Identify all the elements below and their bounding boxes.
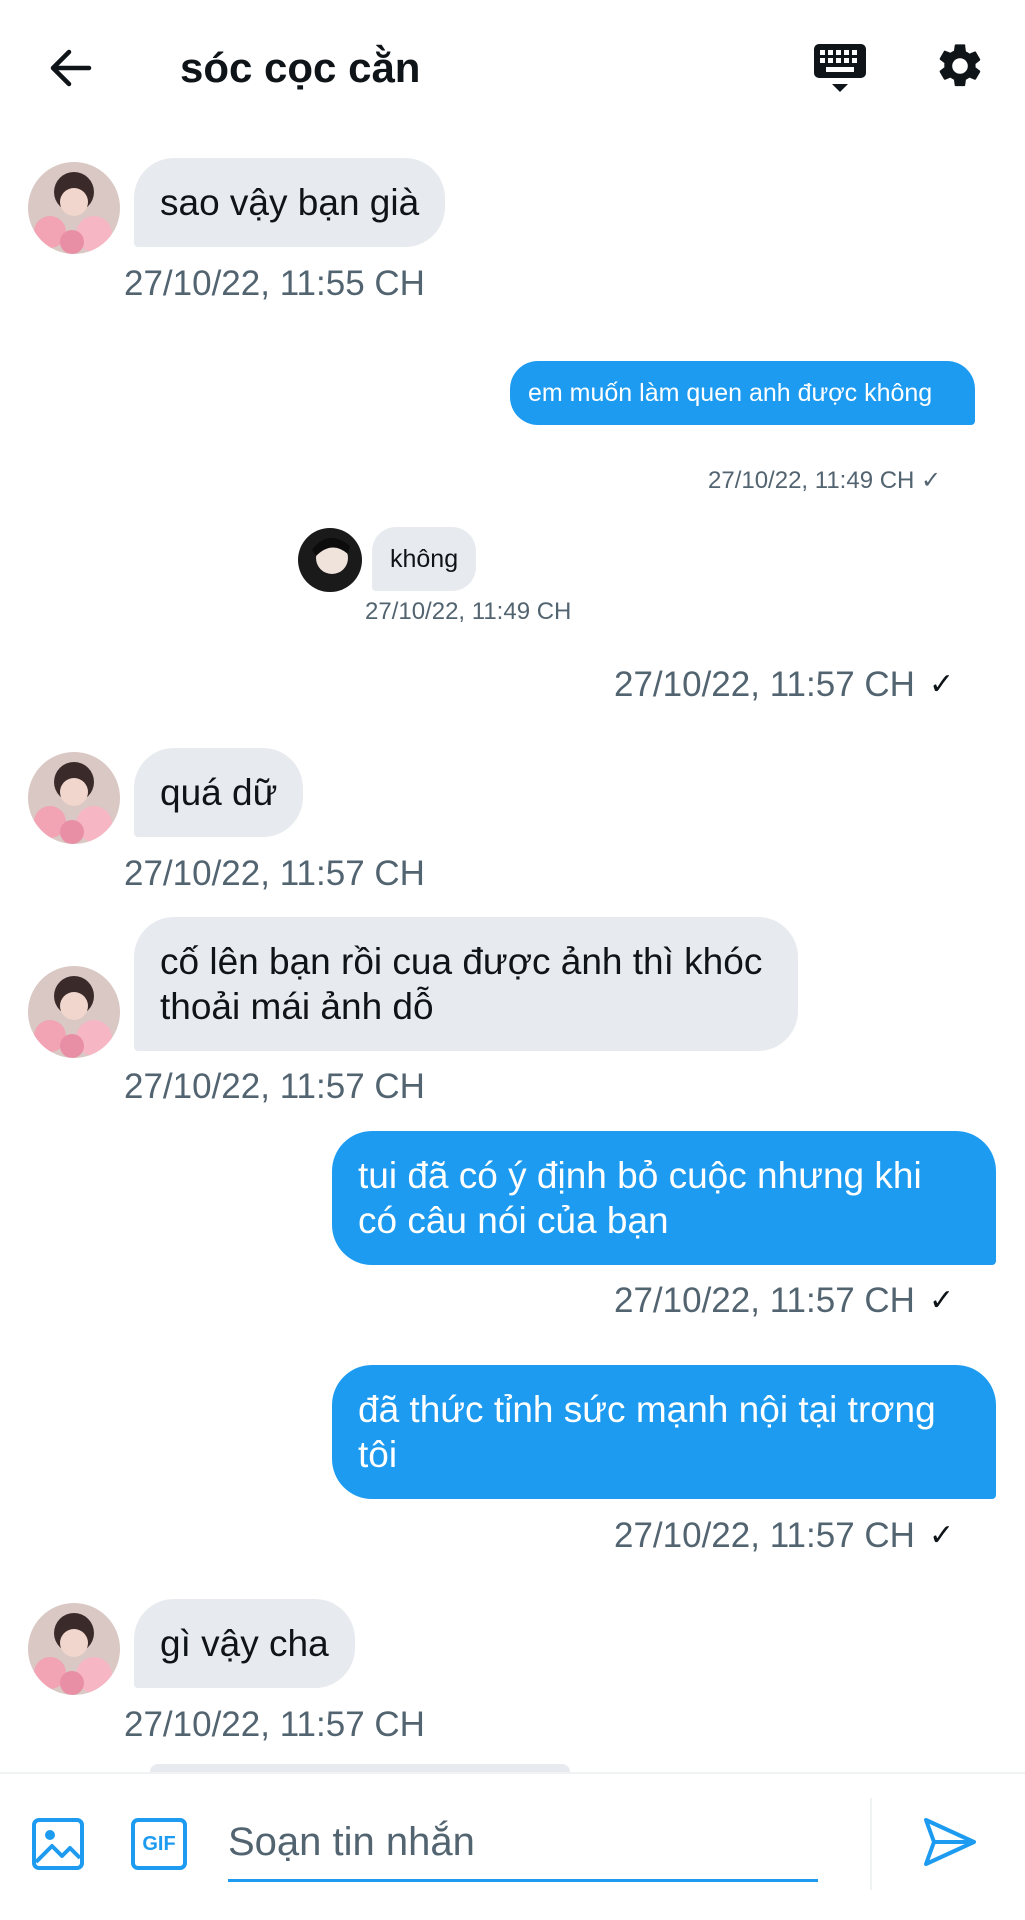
check-icon: ✓ (928, 1519, 955, 1552)
check-icon: ✓ (928, 668, 955, 701)
embedded-sent-bubble: em muốn làm quen anh được không (510, 361, 975, 425)
chat-header: sóc cọc cằn (0, 0, 1025, 136)
settings-button[interactable] (934, 40, 994, 100)
check-icon: ✓ (928, 1284, 955, 1317)
message-bubble[interactable]: tui đã có ý định bỏ cuộc nhưng khi có câ… (332, 1131, 996, 1265)
avatar[interactable] (28, 162, 120, 254)
message-time: 27/10/22, 11:57 CH (614, 665, 915, 704)
send-button[interactable] (920, 1814, 984, 1874)
contact-avatar-image (28, 966, 120, 1058)
contact-avatar-image (28, 1603, 120, 1695)
message-bubble[interactable]: đã thức tỉnh sức mạnh nội tại trơng tôi (332, 1365, 996, 1499)
avatar[interactable] (28, 752, 120, 844)
avatar[interactable] (28, 1603, 120, 1695)
send-icon (924, 1818, 976, 1866)
message-bubble[interactable]: sao vậy bạn già (134, 158, 446, 247)
message-timestamp: 27/10/22, 11:57 CH (124, 1705, 425, 1744)
message-time: 27/10/22, 11:57 CH (614, 1516, 915, 1555)
embedded-sent-time: 27/10/22, 11:49 CH (708, 467, 915, 494)
embedded-received-bubble: không (372, 527, 477, 591)
embedded-avatar (298, 528, 362, 592)
arrow-left-icon (50, 49, 92, 87)
message-timestamp: 27/10/22, 11:57 CH (124, 1067, 425, 1106)
page-title: sóc cọc cằn (180, 44, 421, 91)
message-timestamp: 27/10/22, 11:57 CH (124, 854, 425, 893)
message-bubble[interactable]: quá dữ (134, 748, 304, 837)
embedded-check-icon: ✓ (921, 467, 942, 494)
add-gif-button[interactable]: GIF (130, 1816, 190, 1872)
avatar[interactable] (28, 966, 120, 1058)
contact-avatar-image (28, 162, 120, 254)
message-timestamp: 27/10/22, 11:57 CH ✓ (614, 1515, 954, 1557)
back-button[interactable] (40, 40, 100, 96)
contact-avatar-image (28, 752, 120, 844)
message-timestamp: 27/10/22, 11:57 CH ✓ (614, 664, 954, 706)
message-time: 27/10/22, 11:57 CH (614, 1281, 915, 1320)
embedded-avatar-image (298, 528, 362, 592)
embedded-received-timestamp: 27/10/22, 11:49 CH (365, 598, 572, 625)
message-bubble[interactable]: cố lên bạn rồi cua được ảnh thì khóc tho… (134, 917, 798, 1051)
gear-icon (939, 44, 981, 87)
message-bubble[interactable]: gì vậy cha (134, 1599, 355, 1688)
message-input[interactable] (228, 1806, 818, 1882)
message-timestamp: 27/10/22, 11:55 CH (124, 264, 425, 303)
add-image-button[interactable] (30, 1816, 86, 1872)
composer-divider (870, 1798, 872, 1890)
keyboard-icon (814, 44, 866, 92)
image-icon (32, 1818, 84, 1870)
embedded-sent-timestamp: 27/10/22, 11:49 CH ✓ (708, 466, 941, 495)
message-timestamp: 27/10/22, 11:57 CH ✓ (614, 1280, 954, 1322)
gif-label: GIF (142, 1832, 176, 1855)
keyboard-button[interactable] (812, 40, 878, 100)
